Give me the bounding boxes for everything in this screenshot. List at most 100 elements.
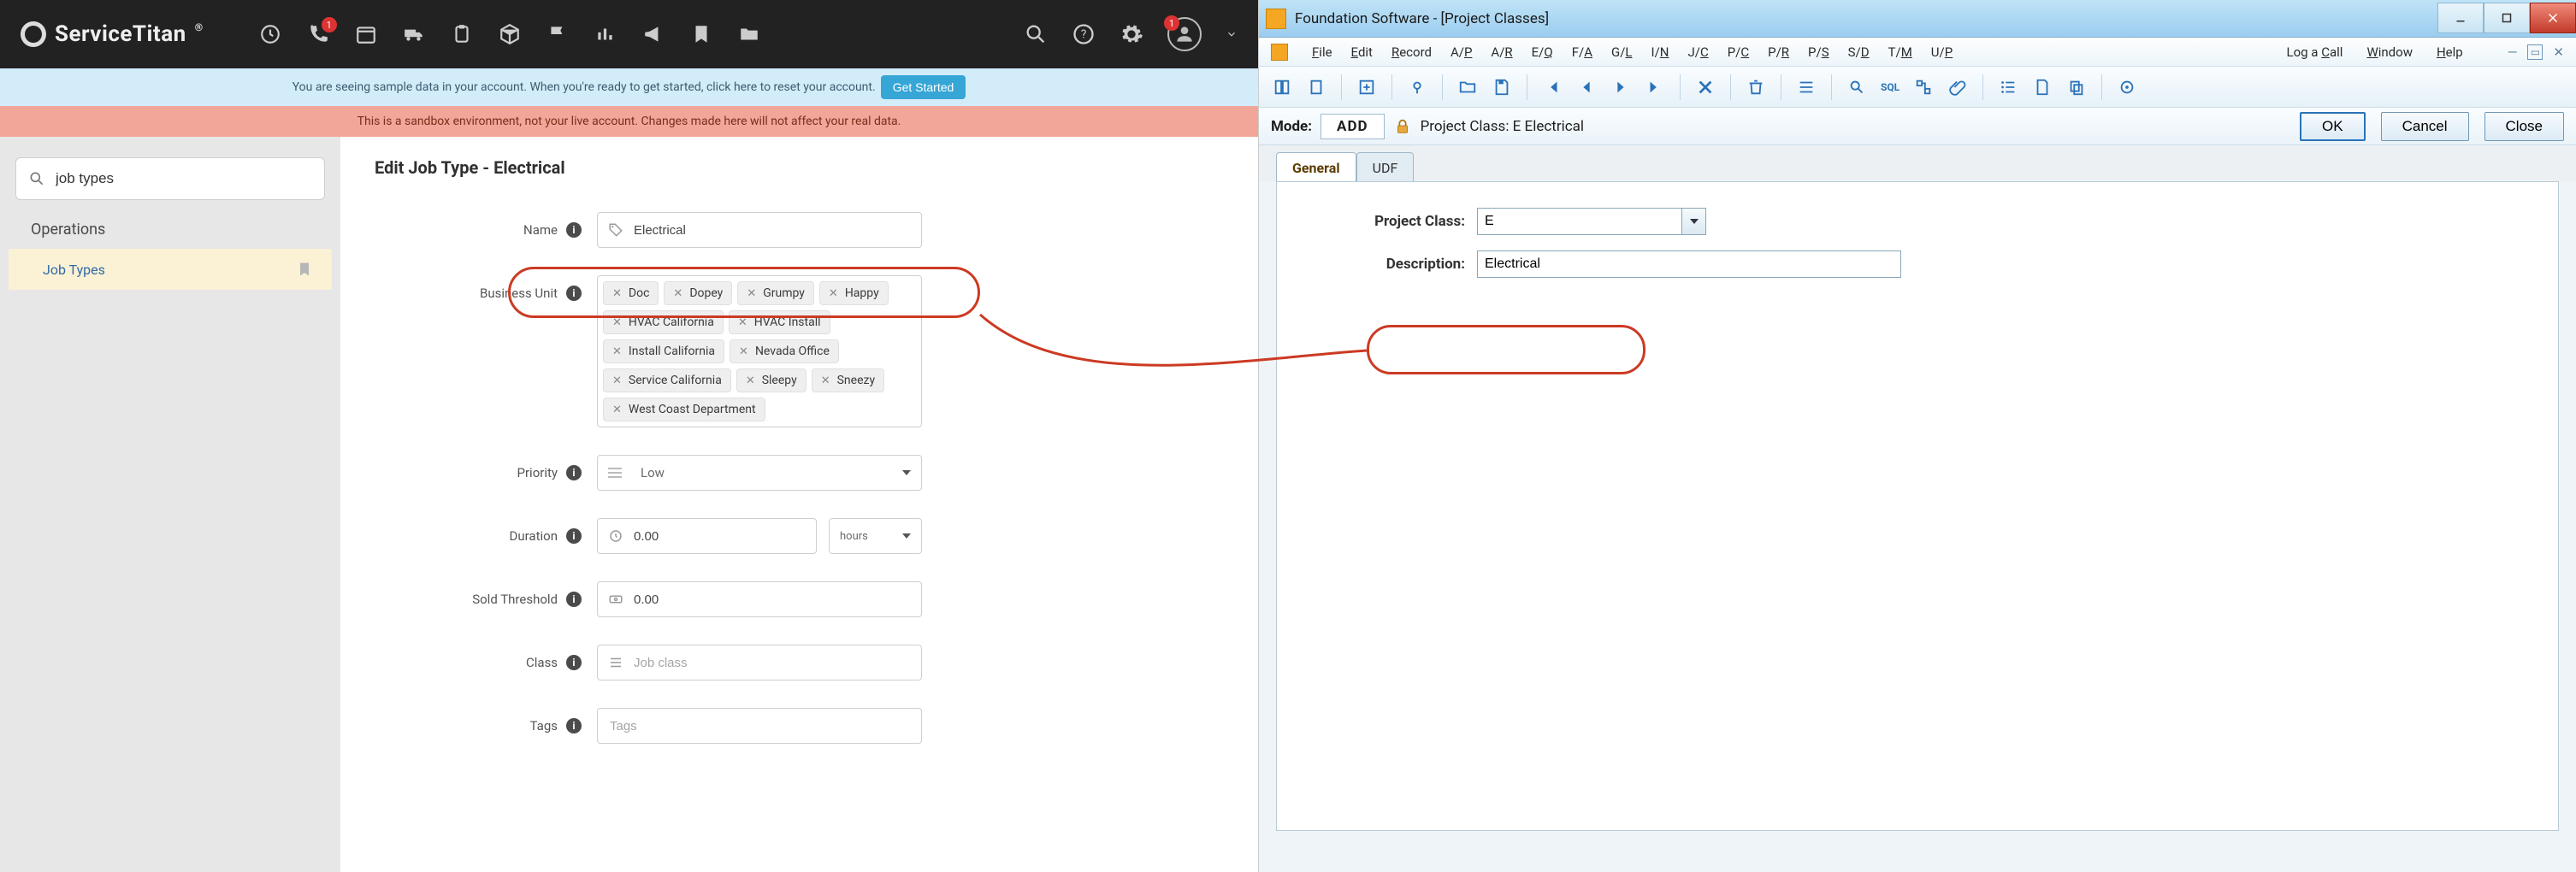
book-icon[interactable] (1267, 73, 1297, 102)
sidebar-search-input[interactable] (54, 169, 312, 188)
target-icon[interactable] (2112, 73, 2142, 102)
info-icon[interactable]: i (566, 528, 582, 544)
first-icon[interactable] (1538, 73, 1567, 102)
chip[interactable]: ✕Doc (603, 281, 659, 305)
menu-item[interactable]: File (1310, 41, 1334, 63)
help-icon[interactable]: ? (1072, 22, 1096, 46)
chevron-down-icon[interactable] (1682, 208, 1706, 235)
phone-icon[interactable]: 1 (306, 22, 330, 46)
chip-remove-icon[interactable]: ✕ (612, 374, 622, 387)
class-input[interactable] (632, 655, 911, 671)
calendar-icon[interactable] (354, 22, 378, 46)
mdi-close-icon[interactable]: ✕ (2553, 44, 2564, 60)
pin-icon[interactable] (1403, 73, 1432, 102)
chip-remove-icon[interactable]: ✕ (747, 287, 756, 300)
menu-item[interactable]: Help (2435, 41, 2465, 63)
info-icon[interactable]: i (566, 592, 582, 607)
chip[interactable]: ✕West Coast Department (603, 398, 765, 421)
doc-icon[interactable] (2028, 73, 2057, 102)
info-icon[interactable]: i (566, 718, 582, 734)
clipboard-icon[interactable] (450, 22, 474, 46)
chip[interactable]: ✕Grumpy (737, 281, 814, 305)
page-icon[interactable] (1302, 73, 1331, 102)
chart-icon[interactable] (594, 22, 617, 46)
chip-remove-icon[interactable]: ✕ (738, 316, 747, 329)
clock-icon[interactable] (258, 22, 282, 46)
close-button[interactable]: Close (2484, 112, 2564, 141)
menu-item[interactable]: A/P (1449, 41, 1474, 63)
sidebar-search[interactable] (15, 157, 325, 200)
chip-remove-icon[interactable]: ✕ (612, 287, 622, 300)
bookmark-icon[interactable] (689, 22, 713, 46)
chip-remove-icon[interactable]: ✕ (612, 404, 622, 416)
cancel-button[interactable]: Cancel (2381, 112, 2469, 141)
chip[interactable]: ✕HVAC Install (729, 310, 830, 334)
chip[interactable]: ✕Service California (603, 368, 731, 392)
duration-input[interactable] (632, 528, 806, 545)
copy-icon[interactable] (2062, 73, 2091, 102)
flag-icon[interactable] (546, 22, 570, 46)
project-class-input[interactable] (1477, 208, 1682, 235)
chip-remove-icon[interactable]: ✕ (829, 287, 838, 300)
chip-remove-icon[interactable]: ✕ (739, 345, 748, 358)
folder-icon[interactable] (1453, 73, 1482, 102)
minimize-button[interactable] (2437, 3, 2484, 33)
sql-icon[interactable]: SQL (1876, 73, 1904, 102)
trash-icon[interactable] (1741, 73, 1770, 102)
flow-icon[interactable] (1909, 73, 1938, 102)
sidebar-item-job-types[interactable]: Job Types (9, 249, 332, 290)
menu-item[interactable]: T/M (1887, 41, 1914, 63)
chip[interactable]: ✕Install California (603, 339, 724, 363)
tab-udf[interactable]: UDF (1356, 152, 1415, 181)
x-icon[interactable] (1691, 73, 1720, 102)
chevron-down-icon[interactable] (1226, 22, 1238, 46)
search-icon[interactable] (1842, 73, 1871, 102)
maximize-button[interactable] (2484, 3, 2530, 33)
menu-item[interactable]: I/N (1649, 41, 1670, 63)
chip-remove-icon[interactable]: ✕ (612, 316, 622, 329)
chip[interactable]: ✕HVAC California (603, 310, 724, 334)
chip-remove-icon[interactable]: ✕ (673, 287, 682, 300)
bullets-icon[interactable] (1994, 73, 2023, 102)
duration-unit-select[interactable]: hours (829, 518, 922, 554)
close-button[interactable] (2530, 3, 2576, 33)
last-icon[interactable] (1640, 73, 1669, 102)
prev-icon[interactable] (1572, 73, 1601, 102)
folder-icon[interactable] (737, 22, 761, 46)
menu-item[interactable]: Record (1390, 41, 1433, 63)
info-icon[interactable]: i (566, 222, 582, 238)
info-icon[interactable]: i (566, 655, 582, 670)
info-icon[interactable]: i (566, 286, 582, 301)
next-icon[interactable] (1606, 73, 1635, 102)
ok-button[interactable]: OK (2300, 112, 2366, 141)
tab-general[interactable]: General (1276, 152, 1356, 181)
priority-select[interactable]: Low (597, 455, 922, 491)
business-unit-chipbox[interactable]: ✕Doc✕Dopey✕Grumpy✕Happy✕HVAC California✕… (597, 275, 922, 427)
cube-icon[interactable] (498, 22, 522, 46)
attach-icon[interactable] (1943, 73, 1972, 102)
menu-item[interactable]: A/R (1489, 41, 1514, 63)
menu-item[interactable]: J/C (1686, 41, 1710, 63)
chip[interactable]: ✕Sneezy (812, 368, 884, 392)
list-icon[interactable] (1792, 73, 1821, 102)
info-icon[interactable]: i (566, 465, 582, 480)
chip-remove-icon[interactable]: ✕ (746, 374, 755, 387)
truck-icon[interactable] (402, 22, 426, 46)
project-class-combo[interactable] (1477, 208, 1706, 235)
search-icon[interactable] (1024, 22, 1048, 46)
plus-box-icon[interactable] (1352, 73, 1381, 102)
menu-item[interactable]: P/R (1766, 41, 1791, 63)
description-input[interactable] (1477, 250, 1901, 278)
menu-item[interactable]: P/C (1726, 41, 1751, 63)
settings-icon[interactable] (1120, 22, 1143, 46)
menu-item[interactable]: Window (2365, 41, 2414, 63)
menu-item[interactable]: Log a Call (2285, 41, 2345, 63)
tags-input[interactable] (608, 718, 911, 734)
menu-item[interactable]: S/D (1846, 41, 1871, 63)
menu-item[interactable]: U/P (1929, 41, 1954, 63)
chip[interactable]: ✕Sleepy (736, 368, 806, 392)
chip-remove-icon[interactable]: ✕ (821, 374, 830, 387)
sold-threshold-input[interactable] (632, 592, 911, 608)
chip[interactable]: ✕Happy (819, 281, 889, 305)
chip[interactable]: ✕Dopey (664, 281, 732, 305)
